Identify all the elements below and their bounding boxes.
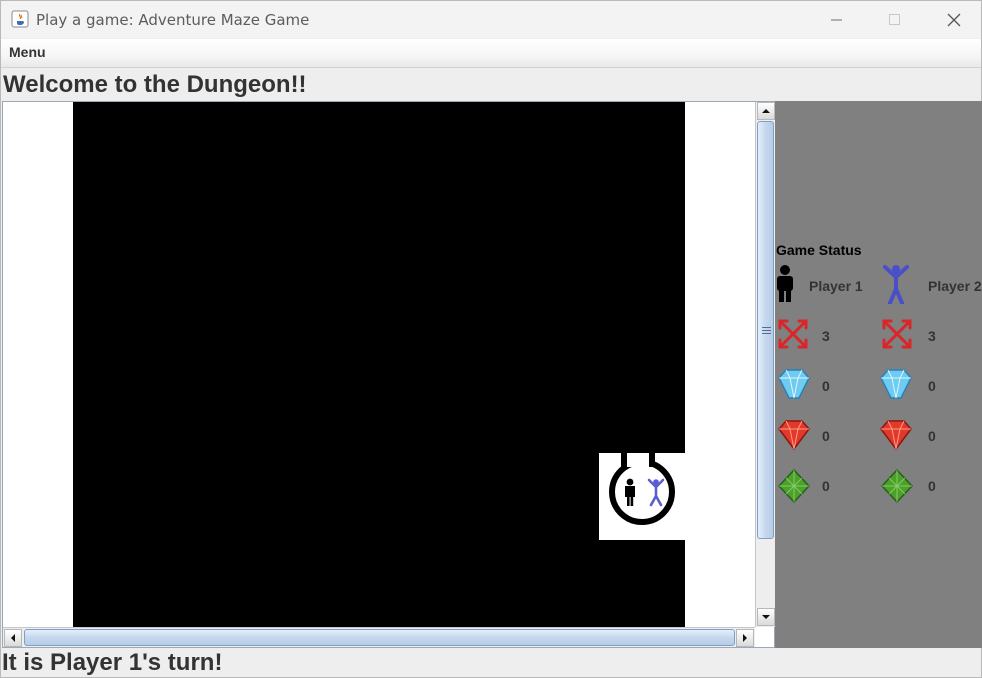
scroll-down-button[interactable]: [757, 608, 775, 626]
player-1-marker: [625, 478, 635, 506]
player-1-name: Player 1: [809, 278, 863, 294]
close-button[interactable]: [926, 1, 982, 38]
player-1-arrow-count: 3: [822, 328, 830, 344]
scroll-up-button[interactable]: [757, 102, 775, 120]
player-1-blue-gem-count: 0: [822, 378, 830, 394]
player-1-icon: [777, 265, 793, 302]
window-title: Play a game: Adventure Maze Game: [36, 11, 310, 29]
player-2-arrow-count: 3: [928, 328, 936, 344]
player-2-green-gem-count: 0: [928, 478, 936, 494]
maze-unexplored-area: [73, 102, 685, 627]
blue-gem-icon: [778, 369, 810, 399]
minimize-icon: [831, 19, 842, 20]
green-gem-icon: [778, 469, 810, 503]
arrow-left-icon: [11, 634, 15, 642]
close-icon: [947, 13, 961, 26]
arrow-down-icon: [762, 615, 770, 619]
blue-gem-icon: [880, 369, 912, 399]
game-status-panel: Game Status Player 1 Player 2 3 3 0 0 0 …: [775, 101, 982, 648]
vertical-scrollbar[interactable]: [755, 102, 775, 627]
horizontal-scroll-thumb[interactable]: [24, 629, 735, 646]
player-1-green-gem-count: 0: [822, 478, 830, 494]
cave-with-exit-north-icon: [609, 453, 675, 525]
arrow-up-icon: [762, 109, 770, 113]
green-gem-icon: [881, 469, 913, 503]
welcome-heading: Welcome to the Dungeon!!: [3, 71, 307, 98]
maze-scroll-pane[interactable]: [2, 101, 775, 648]
app-window: Play a game: Adventure Maze Game Menu We…: [0, 0, 982, 678]
menu-bar: Menu: [1, 39, 981, 68]
player-2-marker: [647, 478, 665, 507]
player-2-name: Player 2: [928, 278, 982, 294]
turn-status-message: It is Player 1's turn!: [2, 649, 223, 676]
horizontal-scrollbar[interactable]: [3, 627, 755, 647]
crossed-arrows-icon: [882, 319, 912, 349]
vertical-scroll-thumb[interactable]: [757, 121, 774, 539]
scroll-right-button[interactable]: [736, 629, 754, 647]
player-2-blue-gem-count: 0: [928, 378, 936, 394]
menu-item-menu[interactable]: Menu: [9, 44, 46, 60]
scroll-left-button[interactable]: [4, 629, 22, 647]
player-2-red-gem-count: 0: [928, 428, 936, 444]
grip-icon: [762, 327, 771, 334]
red-gem-icon: [880, 420, 912, 451]
game-status-title: Game Status: [776, 242, 862, 258]
java-app-icon: [11, 10, 29, 28]
arrow-right-icon: [743, 634, 747, 642]
title-bar: Play a game: Adventure Maze Game: [1, 1, 981, 38]
red-gem-icon: [778, 420, 810, 451]
player-2-icon: [883, 265, 909, 304]
crossed-arrows-icon: [778, 319, 808, 349]
minimize-button[interactable]: [809, 1, 865, 38]
player-1-red-gem-count: 0: [822, 428, 830, 444]
maximize-icon: [889, 13, 900, 25]
maximize-button[interactable]: [867, 1, 923, 38]
maze-current-cave: [599, 453, 686, 540]
